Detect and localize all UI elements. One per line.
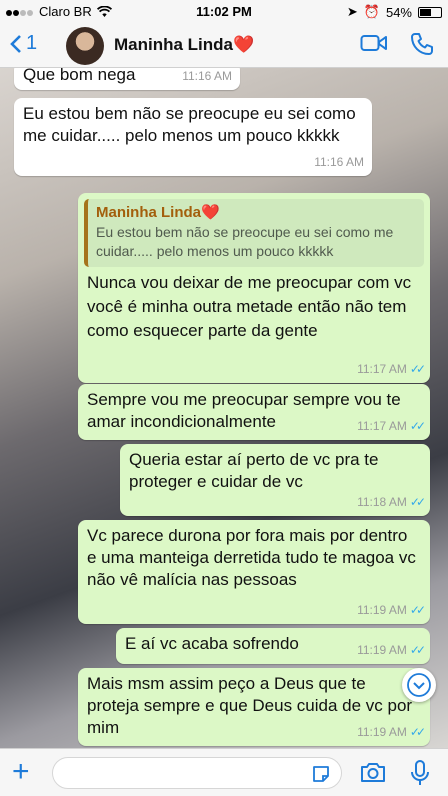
alarm-icon: ⏰ bbox=[363, 4, 380, 19]
message-time: 11:17 AM bbox=[357, 362, 407, 376]
read-ticks-icon: ✓✓ bbox=[409, 495, 426, 509]
read-ticks-icon: ✓✓ bbox=[409, 643, 426, 657]
message-bubble[interactable]: Vc parece durona por fora mais por dentr… bbox=[78, 520, 430, 624]
message-meta: 11:16 AM bbox=[182, 68, 232, 87]
message-text: Queria estar aí perto de vc pra te prote… bbox=[129, 450, 379, 491]
message-input[interactable] bbox=[52, 757, 342, 789]
message-meta: 11:19 AM ✓✓ bbox=[357, 639, 426, 661]
message-text: Sempre vou me preocupar sempre vou te am… bbox=[87, 390, 401, 431]
message-meta: 11:17 AM ✓✓ bbox=[357, 415, 426, 437]
chevron-down-icon bbox=[407, 673, 431, 697]
message-time: 11:17 AM bbox=[357, 419, 407, 433]
read-ticks-icon: ✓✓ bbox=[409, 603, 426, 617]
message-time: 11:19 AM bbox=[357, 725, 407, 739]
message-time: 11:19 AM bbox=[357, 603, 407, 617]
chat-area[interactable]: Que bom nega 11:16 AM Eu estou bem não s… bbox=[0, 68, 448, 748]
camera-icon[interactable] bbox=[360, 761, 386, 783]
message-bubble[interactable]: Que bom nega 11:16 AM bbox=[14, 68, 240, 90]
location-icon: ➤ bbox=[346, 4, 358, 19]
back-button[interactable]: 1 bbox=[10, 32, 37, 55]
message-meta: 11:19 AM ✓✓ bbox=[357, 599, 426, 621]
message-text: Que bom nega bbox=[23, 68, 136, 84]
quoted-text: Eu estou bem não se preocupe eu sei como… bbox=[96, 224, 394, 259]
message-bubble[interactable]: Sempre vou me preocupar sempre vou te am… bbox=[78, 384, 430, 440]
heart-emoji: ❤️ bbox=[233, 35, 255, 54]
message-bubble-reply[interactable]: Maninha Linda❤️ Eu estou bem não se preo… bbox=[78, 193, 430, 383]
quoted-sender: Maninha Linda❤️ bbox=[96, 203, 416, 223]
message-bubble[interactable]: Queria estar aí perto de vc pra te prote… bbox=[120, 444, 430, 516]
message-meta: 11:16 AM bbox=[314, 151, 364, 173]
message-text: Eu estou bem não se preocupe eu sei como… bbox=[23, 104, 356, 145]
chat-header: 1 Maninha Linda❤️ bbox=[0, 22, 448, 68]
message-bubble[interactable]: Eu estou bem não se preocupe eu sei como… bbox=[14, 98, 372, 176]
message-meta: 11:17 AM ✓✓ bbox=[357, 358, 426, 380]
plus-icon[interactable]: + bbox=[12, 757, 30, 787]
heart-emoji: ❤️ bbox=[201, 204, 220, 221]
contact-name[interactable]: Maninha Linda❤️ bbox=[114, 35, 254, 55]
avatar[interactable] bbox=[66, 27, 104, 65]
message-text: E aí vc acaba sofrendo bbox=[125, 634, 299, 653]
message-text: Vc parece durona por fora mais por dentr… bbox=[87, 526, 416, 589]
chevron-left-icon bbox=[10, 34, 21, 53]
video-call-icon[interactable] bbox=[360, 32, 388, 54]
status-bar: Claro BR 11:02 PM ➤ ⏰ 54% bbox=[0, 0, 448, 22]
message-meta: 11:18 AM ✓✓ bbox=[357, 491, 426, 513]
phone-call-icon[interactable] bbox=[410, 32, 434, 56]
microphone-icon[interactable] bbox=[410, 759, 430, 787]
scroll-to-bottom-button[interactable] bbox=[402, 668, 436, 702]
contact-name-text: Maninha Linda bbox=[114, 35, 233, 54]
battery-icon bbox=[418, 6, 442, 18]
back-count: 1 bbox=[26, 32, 38, 54]
message-time: 11:16 AM bbox=[182, 69, 232, 83]
read-ticks-icon: ✓✓ bbox=[409, 725, 426, 739]
status-right: ➤ ⏰ 54% bbox=[347, 4, 442, 20]
quoted-sender-name: Maninha Linda bbox=[96, 204, 201, 221]
sticker-icon[interactable] bbox=[311, 764, 331, 784]
message-meta: 11:19 AM ✓✓ bbox=[357, 721, 426, 743]
message-bubble[interactable]: E aí vc acaba sofrendo 11:19 AM ✓✓ bbox=[116, 628, 430, 664]
read-ticks-icon: ✓✓ bbox=[409, 362, 426, 376]
quoted-message[interactable]: Maninha Linda❤️ Eu estou bem não se preo… bbox=[84, 199, 424, 267]
message-time: 11:16 AM bbox=[314, 155, 364, 169]
read-ticks-icon: ✓✓ bbox=[409, 419, 426, 433]
message-time: 11:19 AM bbox=[357, 643, 407, 657]
message-text: Nunca vou deixar de me preocupar com vc … bbox=[87, 273, 412, 340]
message-time: 11:18 AM bbox=[357, 495, 407, 509]
message-bubble[interactable]: Mais msm assim peço a Deus que te protej… bbox=[78, 668, 430, 746]
battery-percent: 54% bbox=[385, 4, 412, 20]
input-bar: + bbox=[0, 748, 448, 796]
header-actions bbox=[360, 32, 434, 56]
